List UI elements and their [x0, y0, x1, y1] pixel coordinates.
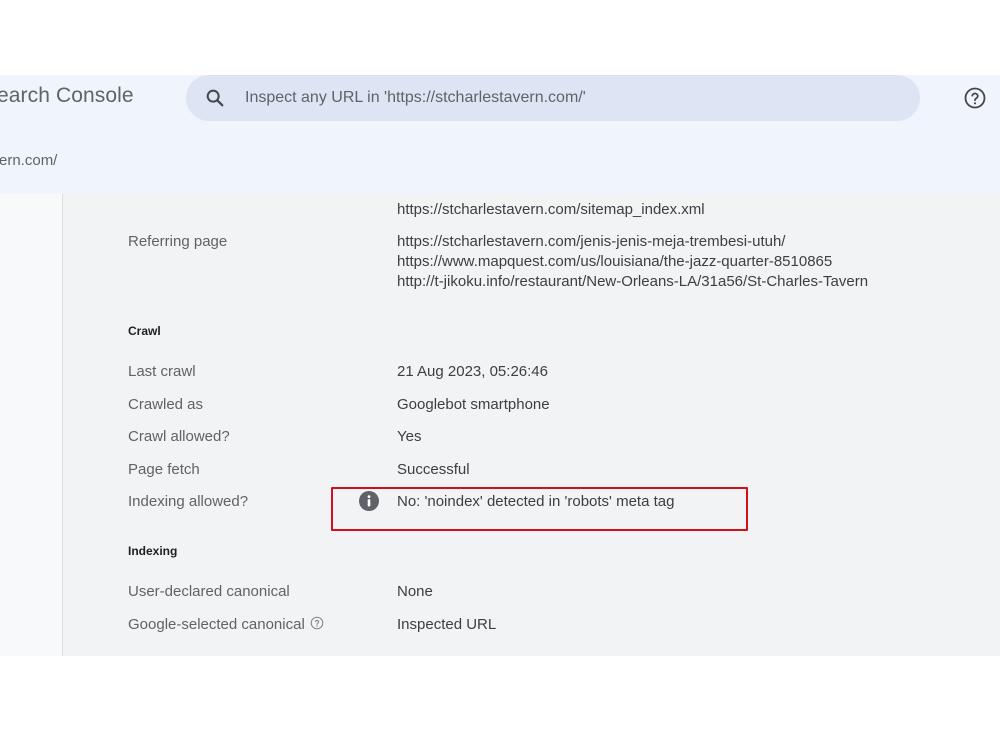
user-declared-canonical-label: User-declared canonical — [128, 583, 290, 600]
google-selected-canonical-value: Inspected URL — [397, 616, 497, 633]
referring-page-url: https://www.mapquest.com/us/louisiana/th… — [397, 253, 833, 270]
crawl-section-title: Crawl — [128, 324, 161, 338]
google-selected-canonical-label: Google-selected canonical — [128, 616, 305, 633]
search-icon[interactable] — [204, 87, 226, 109]
highlight-box — [331, 487, 748, 531]
crawled-as-value: Googlebot smartphone — [397, 396, 550, 413]
last-crawl-label: Last crawl — [128, 363, 196, 380]
crawl-allowed-value: Yes — [397, 428, 422, 445]
crawl-allowed-label: Crawl allowed? — [128, 428, 230, 445]
help-icon[interactable] — [963, 86, 987, 110]
indexing-section-title: Indexing — [128, 544, 178, 558]
property-selector[interactable]: ern.com/ — [0, 152, 57, 169]
referring-page-label: Referring page — [128, 233, 228, 250]
referring-page-url: https://stcharlestavern.com/jenis-jenis-… — [397, 233, 786, 250]
sitemap-value: https://stcharlestavern.com/sitemap_inde… — [397, 201, 705, 218]
top-header: earch Console ern.com/ — [0, 75, 1000, 194]
last-crawl-value: 21 Aug 2023, 05:26:46 — [397, 363, 548, 380]
page-fetch-label: Page fetch — [128, 461, 200, 478]
crawled-as-label: Crawled as — [128, 396, 204, 413]
question-circle-icon[interactable] — [310, 616, 324, 630]
google-selected-canonical-row: Google-selected canonical — [128, 616, 324, 633]
referring-page-url: http://t-jikoku.info/restaurant/New-Orle… — [397, 273, 869, 290]
search-console-app: earch Console ern.com/ https://stcharles… — [0, 75, 1000, 656]
referring-page-value: https://stcharlestavern.com/jenis-jenis-… — [397, 232, 868, 292]
page-fetch-value: Successful — [397, 461, 470, 478]
indexing-allowed-label: Indexing allowed? — [128, 493, 249, 510]
search-input[interactable] — [245, 87, 885, 109]
product-title: earch Console — [0, 84, 134, 107]
user-declared-canonical-value: None — [397, 583, 433, 600]
